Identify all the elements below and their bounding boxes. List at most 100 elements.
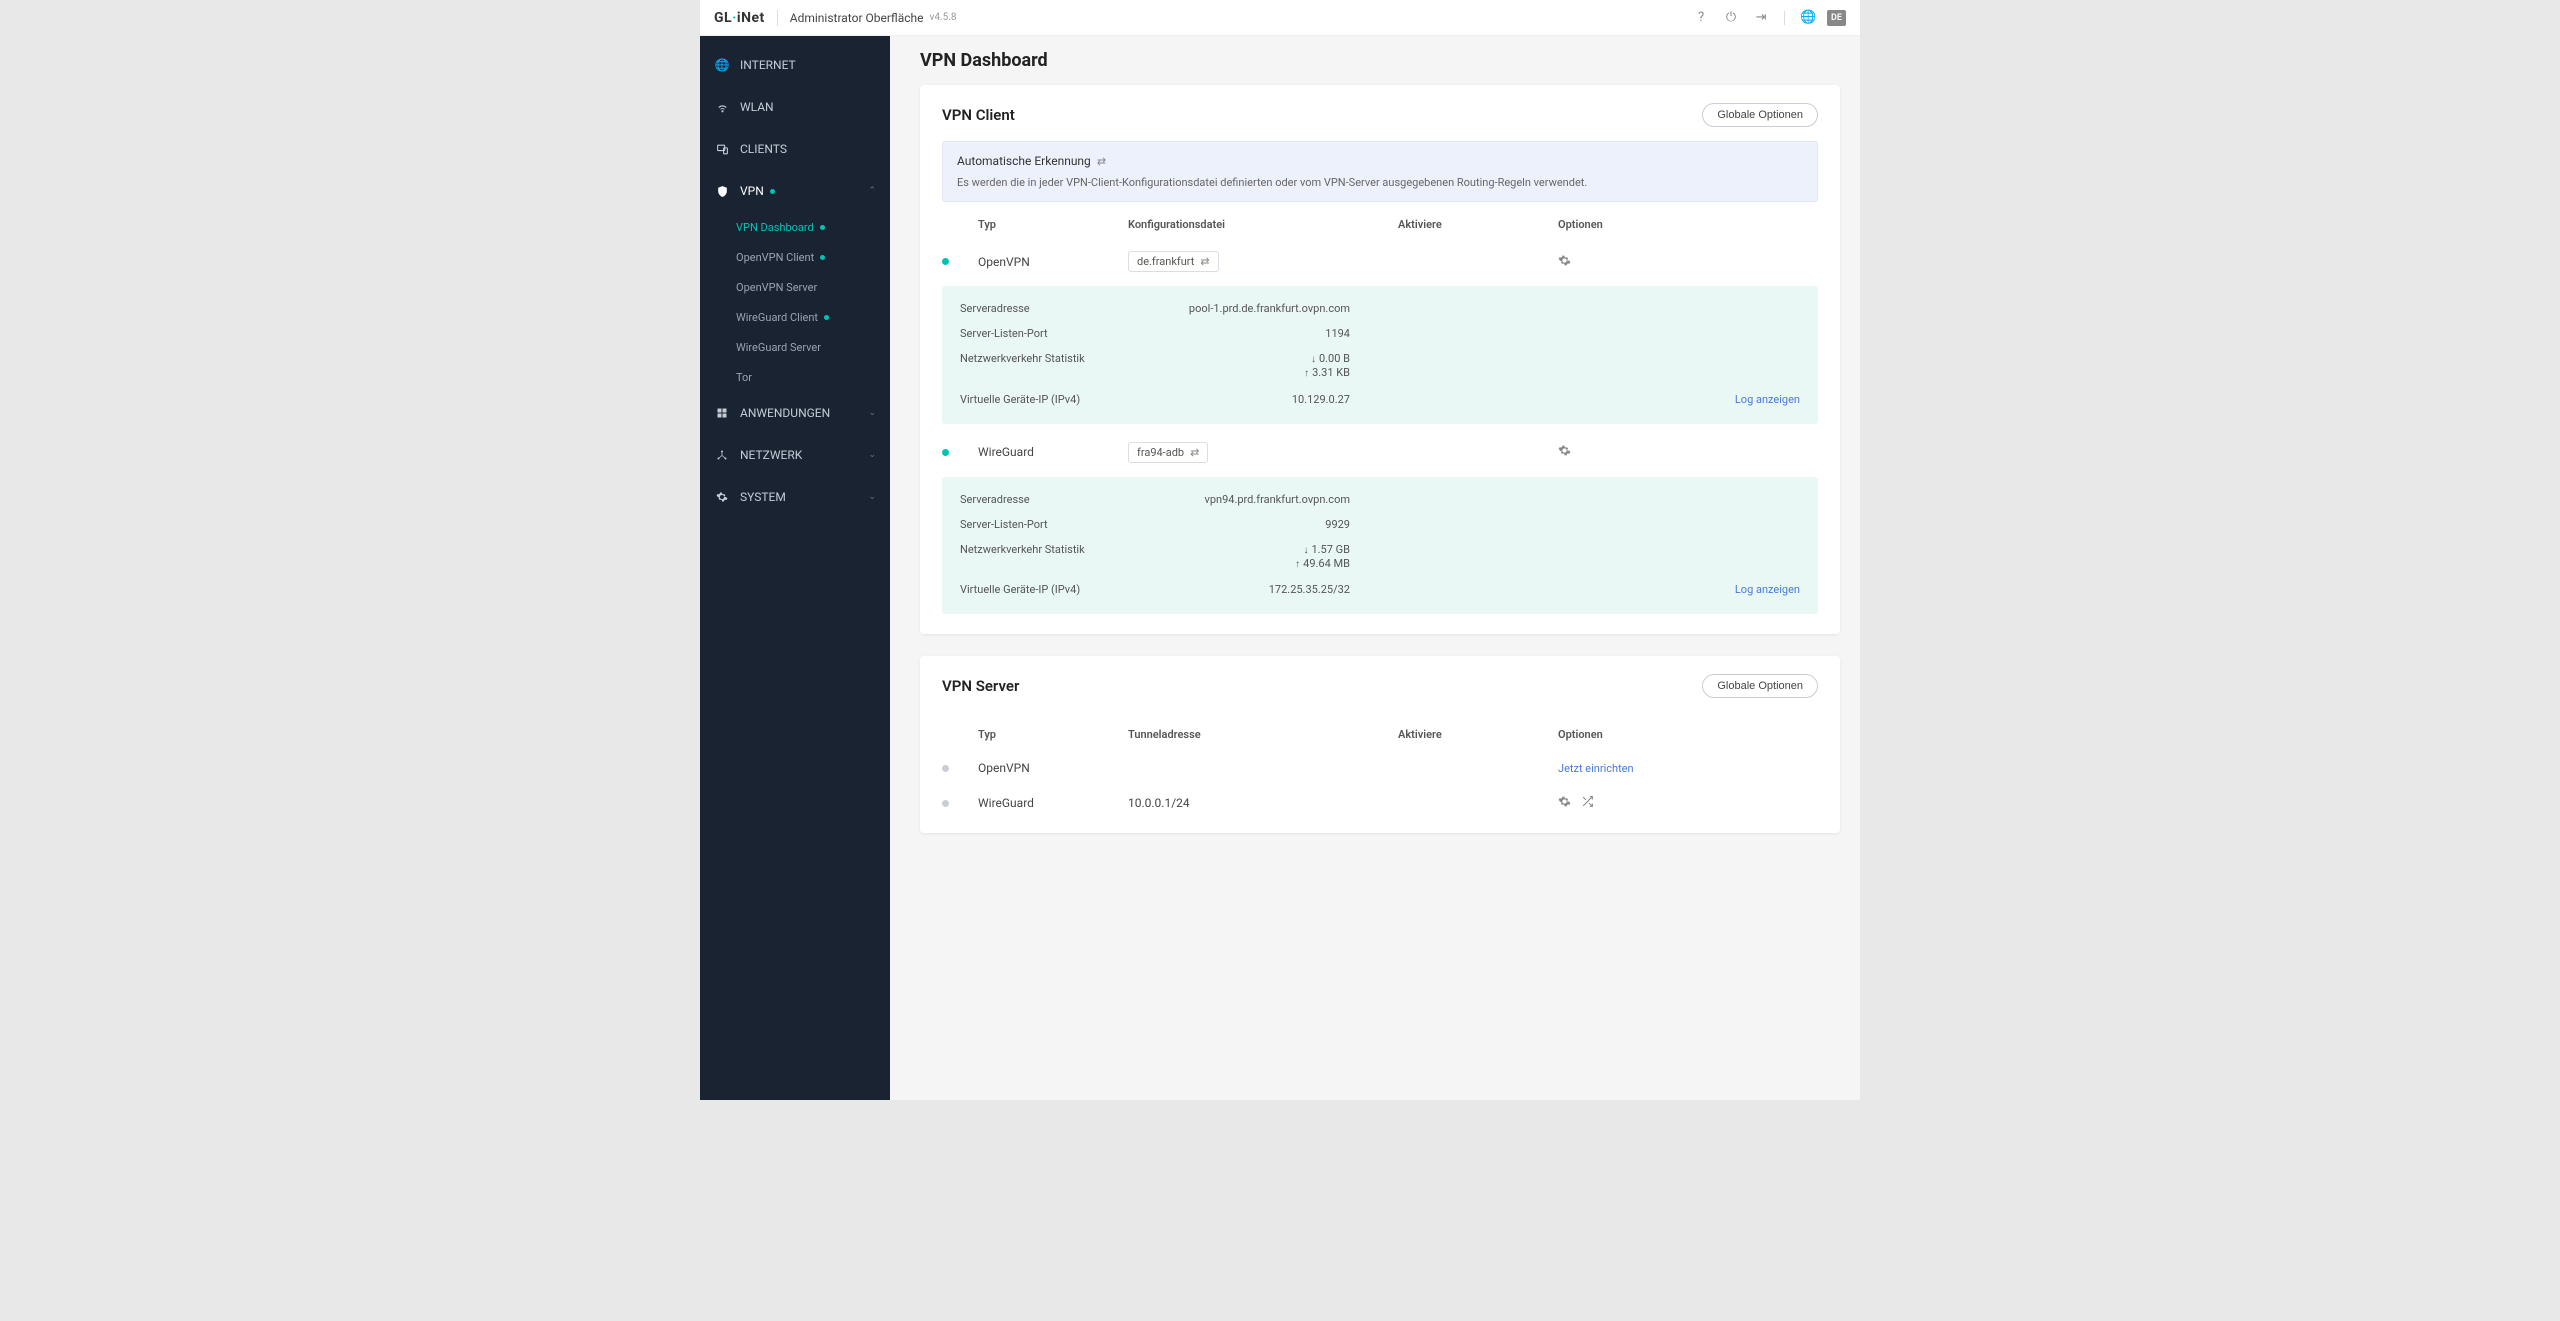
client-table-header: Typ Konfigurationsdatei Aktiviere Option… — [920, 208, 1840, 241]
detail-value-port: 9929 — [1180, 518, 1350, 531]
status-dot — [820, 225, 825, 230]
sidebar-item-system[interactable]: SYSTEM ⌄ — [700, 476, 890, 518]
gear-icon — [714, 491, 730, 503]
logout-icon[interactable]: ⇥ — [1750, 7, 1772, 29]
log-link[interactable]: Log anzeigen — [1735, 393, 1800, 406]
card-title: VPN Server — [942, 677, 1019, 695]
sidebar-item-clients[interactable]: CLIENTS — [700, 128, 890, 170]
detail-label-addr: Serveradresse — [960, 493, 1180, 506]
sidebar-item-label: OpenVPN Server — [736, 281, 817, 294]
arrow-up-icon: ↑ — [1295, 559, 1300, 570]
swap-icon: ⇄ — [1200, 255, 1209, 268]
server-row-wireguard: WireGuard 10.0.0.1/24 — [920, 785, 1840, 821]
sidebar-item-network[interactable]: NETZWERK ⌄ — [700, 434, 890, 476]
row-type: WireGuard — [978, 445, 1118, 459]
topbar-title: Administrator Oberfläche — [790, 11, 924, 25]
globe-icon: 🌐 — [714, 58, 730, 72]
chevron-down-icon: ⌄ — [868, 408, 876, 418]
col-type: Typ — [978, 728, 1118, 741]
divider — [1784, 11, 1785, 25]
gear-icon[interactable] — [1558, 254, 1571, 270]
gear-icon[interactable] — [1558, 795, 1571, 811]
detail-label-port: Server-Listen-Port — [960, 518, 1180, 531]
shield-icon — [714, 185, 730, 198]
globe-icon[interactable]: 🌐 — [1797, 7, 1819, 29]
sidebar-item-tor[interactable]: Tor — [700, 362, 890, 392]
chevron-up-icon: ⌃ — [868, 186, 876, 196]
sidebar-item-openvpn-server[interactable]: OpenVPN Server — [700, 272, 890, 302]
col-type: Typ — [978, 218, 1118, 231]
sidebar-item-label: INTERNET — [740, 58, 796, 72]
detection-notice: Automatische Erkennung ⇄ Es werden die i… — [942, 141, 1818, 202]
reboot-icon[interactable]: ⏻ — [1720, 7, 1742, 29]
sidebar-item-wlan[interactable]: WLAN — [700, 86, 890, 128]
config-label: de.frankfurt — [1137, 255, 1194, 268]
vpn-client-card: VPN Client Globale Optionen Automatische… — [920, 85, 1840, 634]
status-dot — [942, 258, 949, 265]
sidebar-item-internet[interactable]: 🌐 INTERNET — [700, 44, 890, 86]
server-table-header: Typ Tunneladresse Aktiviere Optionen — [920, 718, 1840, 751]
sidebar-item-label: WireGuard Client — [736, 311, 818, 324]
sidebar-item-label: VPN — [740, 184, 764, 198]
card-title: VPN Client — [942, 106, 1015, 124]
detail-value-addr: pool-1.prd.de.frankfurt.ovpn.com — [1180, 302, 1350, 315]
col-tunnel: Tunneladresse — [1128, 728, 1388, 741]
detail-label-ip: Virtuelle Geräte-IP (IPv4) — [960, 393, 1180, 406]
client-detail-openvpn: Serveradresse pool-1.prd.de.frankfurt.ov… — [942, 286, 1818, 424]
col-options: Optionen — [1558, 728, 1638, 741]
sidebar-item-label: NETZWERK — [740, 448, 802, 462]
swap-icon[interactable]: ⇄ — [1097, 155, 1106, 168]
row-type: OpenVPN — [978, 255, 1118, 269]
detail-value-addr: vpn94.prd.frankfurt.ovpn.com — [1180, 493, 1350, 506]
gear-icon[interactable] — [1558, 444, 1571, 460]
detail-value-traffic: ↓0.00 B ↑3.31 KB — [1180, 352, 1350, 381]
client-detail-wireguard: Serveradresse vpn94.prd.frankfurt.ovpn.c… — [942, 477, 1818, 615]
shuffle-icon[interactable] — [1581, 795, 1594, 811]
divider — [777, 10, 778, 26]
col-options: Optionen — [1558, 218, 1638, 231]
sidebar-item-vpn[interactable]: VPN ⌃ — [700, 170, 890, 212]
sidebar-item-label: SYSTEM — [740, 490, 786, 504]
global-options-button[interactable]: Globale Optionen — [1702, 674, 1818, 698]
devices-icon — [714, 143, 730, 156]
log-link[interactable]: Log anzeigen — [1735, 583, 1800, 596]
config-select[interactable]: fra94-adb ⇄ — [1128, 442, 1208, 463]
status-dot — [942, 449, 949, 456]
topbar: GL·iNet Administrator Oberfläche v4.5.8 … — [700, 0, 1860, 36]
arrow-down-icon: ↓ — [1311, 354, 1316, 365]
sidebar-item-label: Tor — [736, 371, 752, 384]
sidebar-item-label: VPN Dashboard — [736, 221, 814, 234]
help-icon[interactable]: ? — [1690, 7, 1712, 29]
sidebar-item-label: CLIENTS — [740, 142, 787, 156]
sidebar-item-label: WLAN — [740, 100, 774, 114]
row-type: OpenVPN — [978, 761, 1118, 775]
sidebar-item-wireguard-client[interactable]: WireGuard Client — [700, 302, 890, 332]
global-options-button[interactable]: Globale Optionen — [1702, 103, 1818, 127]
chevron-down-icon: ⌄ — [868, 492, 876, 502]
version-label: v4.5.8 — [930, 12, 957, 23]
status-dot — [942, 765, 949, 772]
sidebar-item-openvpn-client[interactable]: OpenVPN Client — [700, 242, 890, 272]
detail-label-traffic: Netzwerkverkehr Statistik — [960, 352, 1180, 381]
network-icon — [714, 449, 730, 461]
notice-title: Automatische Erkennung — [957, 154, 1091, 168]
sidebar-item-wireguard-server[interactable]: WireGuard Server — [700, 332, 890, 362]
detail-label-addr: Serveradresse — [960, 302, 1180, 315]
status-dot — [820, 255, 825, 260]
page-title: VPN Dashboard — [920, 50, 1840, 71]
detail-value-ip: 10.129.0.27 — [1180, 393, 1350, 406]
sidebar-item-apps[interactable]: ANWENDUNGEN ⌄ — [700, 392, 890, 434]
setup-link[interactable]: Jetzt einrichten — [1558, 762, 1634, 775]
sidebar-item-vpn-dashboard[interactable]: VPN Dashboard — [700, 212, 890, 242]
config-label: fra94-adb — [1137, 446, 1184, 459]
row-type: WireGuard — [978, 796, 1118, 810]
sidebar: 🌐 INTERNET WLAN CLIENTS VPN — [700, 36, 890, 1100]
sidebar-item-label: WireGuard Server — [736, 341, 821, 354]
detail-value-ip: 172.25.35.25/32 — [1180, 583, 1350, 596]
row-tunnel: 10.0.0.1/24 — [1128, 796, 1388, 810]
col-enable: Aktiviere — [1398, 218, 1548, 231]
config-select[interactable]: de.frankfurt ⇄ — [1128, 251, 1219, 272]
vpn-server-card: VPN Server Globale Optionen Typ Tunnelad… — [920, 656, 1840, 833]
detail-value-port: 1194 — [1180, 327, 1350, 340]
language-badge[interactable]: DE — [1827, 10, 1846, 26]
